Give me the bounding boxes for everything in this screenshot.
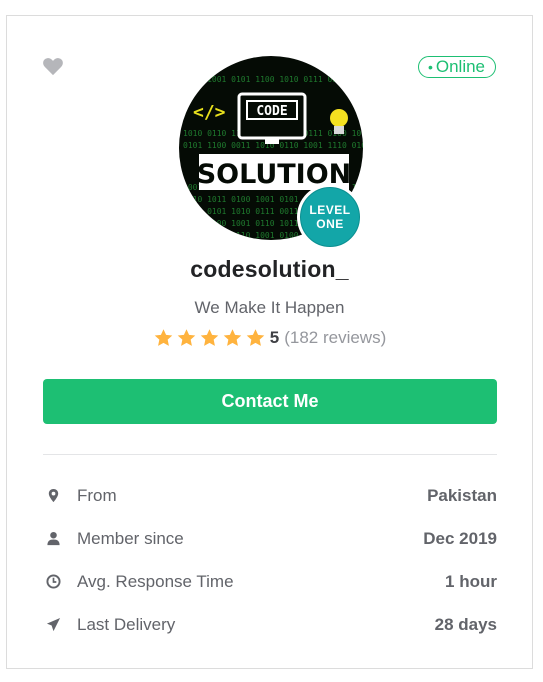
rating[interactable]: 5 (182 reviews) [7, 328, 532, 348]
stat-row-last-delivery: Last Delivery 28 days [43, 603, 497, 646]
stat-label-last-delivery: Last Delivery [77, 614, 176, 634]
reviews-count: (182 reviews) [284, 328, 387, 347]
star-icon [223, 329, 241, 346]
user-icon [45, 531, 61, 547]
seller-card: • Online 0110 1001 0101 1100 1010 0111 0… [6, 15, 533, 669]
online-dot: • [427, 59, 433, 75]
level-one-badge: LEVEL ONE [297, 184, 363, 250]
divider [43, 454, 497, 455]
contact-me-button[interactable]: Contact Me [43, 379, 497, 424]
stat-value-last-delivery: 28 days [434, 614, 497, 634]
svg-text:0110 1001 0101 1100 1010 0111: 0110 1001 0101 1100 1010 0111 0010 1101 [183, 75, 363, 84]
code-mark: </> [193, 102, 226, 123]
level-badge-line1: LEVEL [309, 203, 351, 217]
stat-label-from: From [77, 485, 117, 505]
seller-stats: From Pakistan Member since Dec 2019 Avg.… [43, 474, 497, 646]
stat-value-response-time: 1 hour [445, 571, 497, 591]
stat-value-from: Pakistan [427, 485, 497, 505]
star-rating [153, 328, 266, 348]
star-icon [246, 329, 264, 346]
stat-row-member-since: Member since Dec 2019 [43, 517, 497, 560]
rating-score: 5 [269, 328, 280, 347]
avatar-container[interactable]: 0110 1001 0101 1100 1010 0111 0010 1101 … [179, 56, 363, 250]
online-label: Online [435, 57, 485, 76]
logo-code-text: CODE [256, 104, 287, 119]
stat-label-member-since: Member since [77, 528, 184, 548]
online-status-badge: • Online [417, 56, 496, 78]
paper-plane-icon [45, 617, 61, 633]
location-pin-icon [45, 488, 61, 504]
star-icon [177, 329, 195, 346]
stat-row-from: From Pakistan [43, 474, 497, 517]
star-icon [154, 329, 172, 346]
stat-row-response-time: Avg. Response Time 1 hour [43, 560, 497, 603]
clock-icon [45, 574, 61, 590]
stat-value-member-since: Dec 2019 [423, 528, 497, 548]
tagline: We Make It Happen [194, 298, 345, 317]
star-icon [200, 329, 218, 346]
stat-label-response-time: Avg. Response Time [77, 571, 234, 591]
level-badge-line2: ONE [316, 217, 344, 231]
heart-icon[interactable] [42, 56, 64, 76]
username[interactable]: codesolution_ [7, 256, 532, 283]
